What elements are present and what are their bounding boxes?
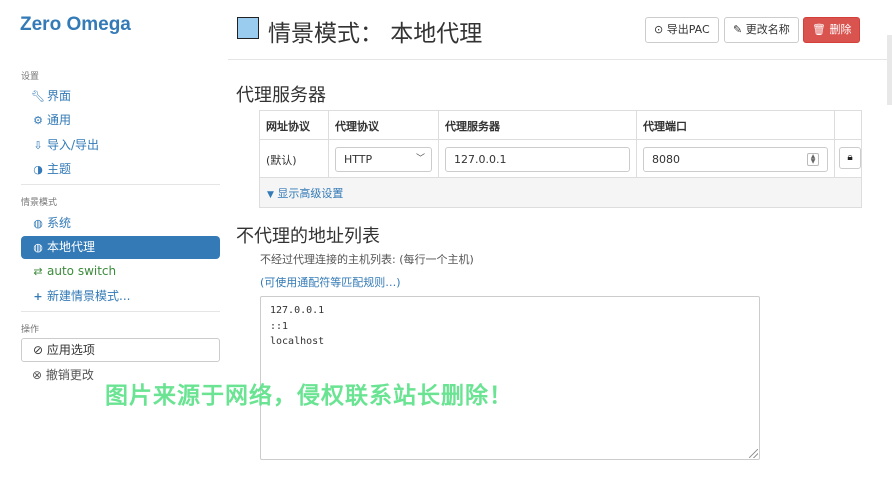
sidebar-item-auto-switch[interactable]: ⇄ auto switch (21, 260, 220, 283)
edit-icon: ✎ (733, 23, 743, 36)
sidebar-item-label: auto switch (47, 264, 117, 278)
proxy-port-value: 8080 (652, 153, 680, 166)
contrast-icon: ◑ (33, 163, 43, 176)
sidebar-item-interface[interactable]: 🔧︎ 界面 (21, 85, 220, 108)
column-header-scheme: 网址协议 (266, 120, 310, 133)
proxy-section-title: 代理服务器 (236, 85, 326, 106)
proxy-table: 网址协议 代理协议 代理服务器 代理端口 (默认) HTTP ﹀ 127.0.0… (259, 110, 862, 208)
apply-options-button[interactable]: ⊘ 应用选项 (21, 338, 220, 362)
chevron-down-icon: ﹀ (415, 154, 425, 164)
resize-handle[interactable] (749, 449, 758, 458)
download-icon: ⊙ (654, 23, 664, 36)
sidebar-item-system[interactable]: ◍ 系统 (21, 212, 220, 235)
port-stepper[interactable]: ▲ ▼ (807, 153, 819, 166)
trash-icon: 🗑︎ (812, 23, 826, 36)
rename-label: 更改名称 (745, 23, 790, 36)
watermark-text: 图片来源于网络，侵权联系站长删除！ (105, 383, 513, 409)
page-title: 情景模式： 本地代理 (268, 21, 483, 47)
profile-color-swatch[interactable] (237, 17, 259, 39)
sidebar-item-label: 本地代理 (47, 240, 96, 254)
column-header-server: 代理服务器 (445, 120, 500, 133)
show-advanced-link[interactable]: ▼ 显示高级设置 (267, 185, 343, 201)
cancel-circle-icon: ⊗ (32, 368, 43, 382)
sidebar-divider (21, 311, 220, 312)
column-header-protocol: 代理协议 (335, 120, 379, 133)
profiles-section-header: 情景模式 (21, 198, 58, 208)
bypass-section-title: 不代理的地址列表 (236, 226, 380, 247)
proxy-table-header-row: 网址协议 代理协议 代理服务器 代理端口 (260, 111, 861, 140)
undo-changes-link[interactable]: ⊗ 撤销更改 (32, 367, 94, 383)
delete-button[interactable]: 🗑︎ 删除 (803, 17, 861, 43)
auto-switch-icon: ⇄ (33, 265, 43, 278)
wrench-icon: 🔧︎ (31, 90, 45, 103)
page-header: 情景模式： 本地代理 ⊙ 导出PAC ✎ 更改名称 🗑︎ 删除 (228, 0, 892, 60)
sidebar-item-theme[interactable]: ◑ 主题 (21, 158, 220, 181)
app-brand[interactable]: Zero Omega (20, 14, 131, 36)
scrollbar[interactable] (887, 35, 892, 105)
scheme-value: (默认) (266, 154, 297, 167)
protocol-select[interactable]: HTTP ﹀ (335, 147, 432, 172)
import-export-icon: ⇩ (33, 139, 43, 152)
sidebar-item-local-proxy[interactable]: ◍ 本地代理 (21, 236, 220, 259)
gear-icon: ⚙ (33, 114, 43, 127)
bypass-description: 不经过代理连接的主机列表: (每行一个主机) (260, 253, 474, 266)
table-row: (默认) HTTP ﹀ 127.0.0.1 8080 ▲ ▼ 🔒︎ (260, 140, 861, 178)
lock-button[interactable]: 🔒︎ (839, 147, 861, 169)
settings-section-header: 设置 (21, 72, 40, 82)
sidebar-item-general[interactable]: ⚙ 通用 (21, 109, 220, 132)
sidebar-item-label: 新建情景模式... (47, 289, 131, 303)
undo-changes-label: 撤销更改 (45, 368, 94, 382)
globe-icon: ◍ (33, 217, 43, 230)
proxy-server-input[interactable]: 127.0.0.1 (445, 147, 630, 172)
bypass-line: 127.0.0.1 (270, 305, 325, 316)
globe-icon: ◍ (33, 241, 43, 254)
export-pac-label: 导出PAC (666, 23, 710, 36)
bypass-line: ::1 (270, 320, 289, 332)
plus-icon: + (33, 290, 43, 303)
wildcard-rules-link[interactable]: (可使用通配符等匹配规则…) (260, 274, 401, 290)
delete-label: 删除 (829, 23, 852, 36)
sidebar-item-label: 系统 (47, 216, 72, 230)
sidebar: Zero Omega 设置 🔧︎ 界面 ⚙ 通用 ⇩ 导入/导出 ◑ 主题 情景模式 ◍… (0, 0, 228, 500)
protocol-select-value: HTTP (344, 153, 373, 166)
export-pac-button[interactable]: ⊙ 导出PAC (645, 17, 719, 43)
sidebar-item-label: 界面 (47, 89, 72, 103)
rename-button[interactable]: ✎ 更改名称 (724, 17, 799, 43)
sidebar-divider (21, 184, 220, 185)
bypass-line: localhost (270, 336, 325, 347)
check-circle-icon: ⊘ (33, 343, 44, 357)
proxy-port-input[interactable]: 8080 ▲ ▼ (643, 147, 828, 172)
column-header-port: 代理端口 (643, 120, 687, 133)
advanced-settings-row: ▼ 显示高级设置 (260, 178, 861, 207)
lock-icon: 🔒︎ (847, 152, 853, 163)
sidebar-item-label: 主题 (47, 162, 72, 176)
sidebar-item-label: 导入/导出 (47, 138, 100, 152)
sidebar-item-new-profile[interactable]: + 新建情景模式... (21, 285, 220, 308)
show-advanced-label: 显示高级设置 (277, 187, 344, 200)
actions-section-header: 操作 (21, 325, 40, 335)
sidebar-item-import-export[interactable]: ⇩ 导入/导出 (21, 134, 220, 157)
apply-options-label: 应用选项 (46, 343, 95, 357)
sidebar-item-label: 通用 (47, 113, 72, 127)
chevron-down-icon: ▼ (267, 190, 274, 200)
